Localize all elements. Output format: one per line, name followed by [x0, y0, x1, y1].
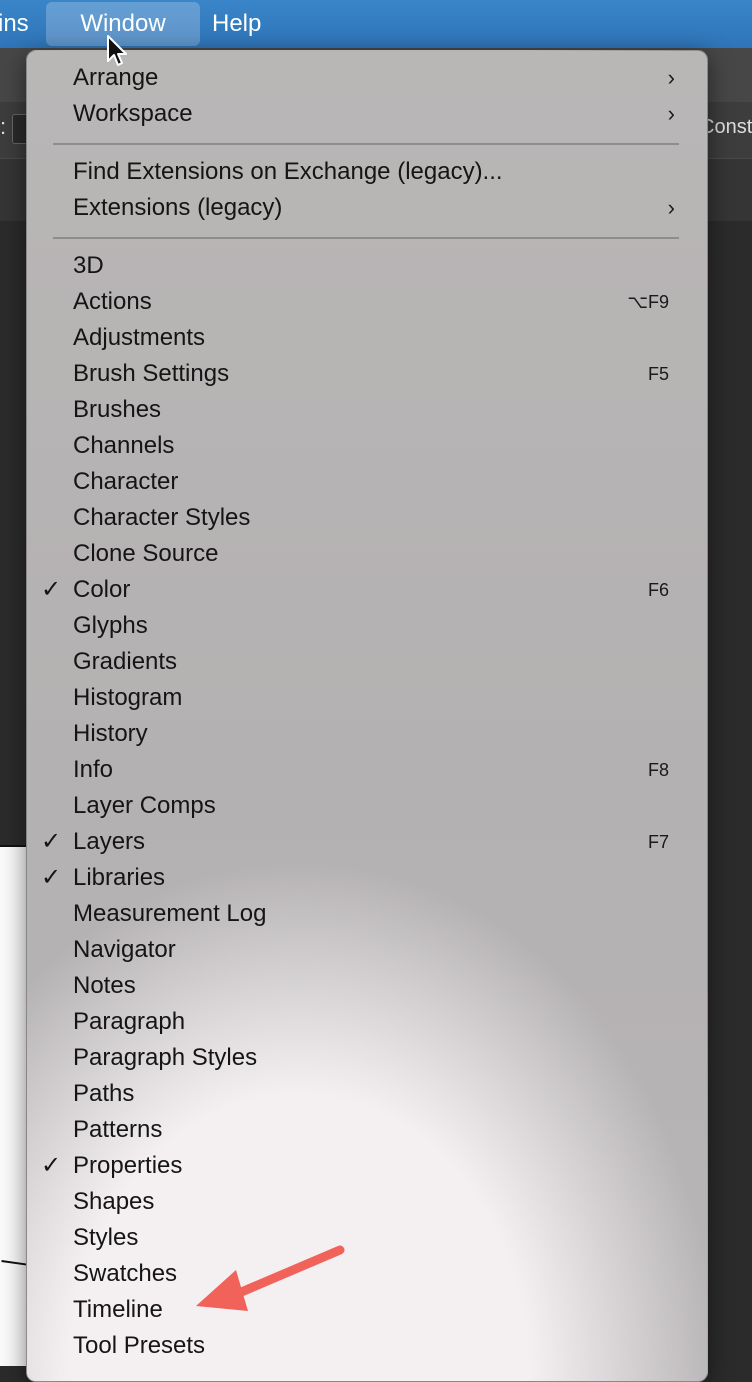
menu-item-character[interactable]: Character	[27, 464, 707, 500]
menu-item-patterns[interactable]: Patterns	[27, 1112, 707, 1148]
menu-item-label: Paths	[73, 1080, 135, 1107]
menu-item-label: Histogram	[73, 684, 183, 711]
menu-item-label: Tool Presets	[73, 1332, 206, 1359]
checkmark-icon: ✓	[41, 576, 62, 603]
menu-separator	[53, 237, 679, 239]
menu-item-label: Adjustments	[73, 324, 206, 351]
menu-item-label: Paragraph	[73, 1008, 186, 1035]
menu-item-timeline[interactable]: Timeline	[27, 1292, 707, 1328]
menu-item-label: Styles	[73, 1224, 139, 1251]
menu-item-find-extensions[interactable]: Find Extensions on Exchange (legacy)...	[27, 154, 707, 190]
menu-item-color[interactable]: ✓ Color F6	[27, 572, 707, 608]
menu-item-brushes[interactable]: Brushes	[27, 392, 707, 428]
menu-item-channels[interactable]: Channels	[27, 428, 707, 464]
menu-item-histogram[interactable]: Histogram	[27, 680, 707, 716]
menu-item-label: Character	[73, 468, 179, 495]
menu-item-styles[interactable]: Styles	[27, 1220, 707, 1256]
shortcut-label: F6	[647, 580, 669, 600]
menu-help[interactable]: Help	[212, 0, 261, 48]
menu-item-label: History	[73, 720, 148, 747]
menu-item-label: Glyphs	[73, 612, 148, 639]
menu-item-gradients[interactable]: Gradients	[27, 644, 707, 680]
checkmark-icon: ✓	[41, 864, 62, 891]
chevron-right-icon: ›	[667, 65, 675, 90]
menu-item-label: Patterns	[73, 1116, 163, 1143]
shortcut-label: F7	[647, 832, 669, 852]
menu-item-paragraph-styles[interactable]: Paragraph Styles	[27, 1040, 707, 1076]
menu-item-swatches[interactable]: Swatches	[27, 1256, 707, 1292]
menu-item-label: Libraries	[73, 864, 166, 891]
menu-item-label: Gradients	[73, 648, 178, 675]
menu-item-measurement-log[interactable]: Measurement Log	[27, 896, 707, 932]
menu-item-paths[interactable]: Paths	[27, 1076, 707, 1112]
menu-item-label: Paragraph Styles	[73, 1044, 258, 1071]
menu-item-navigator[interactable]: Navigator	[27, 932, 707, 968]
menu-item-glyphs[interactable]: Glyphs	[27, 608, 707, 644]
window-menu-dropdown: Arrange › Workspace › Find Extensions on…	[26, 50, 708, 1382]
menu-item-notes[interactable]: Notes	[27, 968, 707, 1004]
menu-item-label: Layers	[73, 828, 146, 855]
menu-item-layer-comps[interactable]: Layer Comps	[27, 788, 707, 824]
menu-item-label: Find Extensions on Exchange (legacy)...	[73, 158, 503, 185]
menu-item-label: Shapes	[73, 1188, 155, 1215]
menu-item-shapes[interactable]: Shapes	[27, 1184, 707, 1220]
menu-item-label: Properties	[73, 1152, 183, 1179]
menu-item-label: Layer Comps	[73, 792, 216, 819]
menu-item-label: Navigator	[73, 936, 176, 963]
menu-item-tool-presets[interactable]: Tool Presets	[27, 1328, 707, 1364]
menu-item-3d[interactable]: 3D	[27, 248, 707, 284]
menu-separator	[53, 143, 679, 145]
menu-item-label: Measurement Log	[73, 900, 267, 927]
mouse-cursor-icon	[107, 35, 127, 66]
menu-item-label: Brushes	[73, 396, 162, 423]
menu-item-label: Swatches	[73, 1260, 178, 1287]
checkmark-icon: ✓	[41, 1152, 62, 1179]
menu-item-character-styles[interactable]: Character Styles	[27, 500, 707, 536]
shortcut-label: F8	[647, 760, 669, 780]
shortcut-label: ⌥F9	[627, 292, 669, 312]
menu-item-actions[interactable]: Actions ⌥F9	[27, 284, 707, 320]
menu-item-label: Color	[73, 576, 131, 603]
menu-item-clone-source[interactable]: Clone Source	[27, 536, 707, 572]
menu-item-info[interactable]: Info F8	[27, 752, 707, 788]
menu-item-label: Extensions (legacy)	[73, 194, 283, 221]
chevron-right-icon: ›	[667, 101, 675, 126]
menu-item-workspace[interactable]: Workspace ›	[27, 96, 707, 132]
menu-item-label: 3D	[73, 252, 104, 279]
menu-item-label: Channels	[73, 432, 175, 459]
menu-item-label: Info	[73, 756, 114, 783]
checkmark-icon: ✓	[41, 828, 62, 855]
menu-item-brush-settings[interactable]: Brush Settings F5	[27, 356, 707, 392]
menu-item-label: Clone Source	[73, 540, 219, 567]
menu-plugins[interactable]: ins	[0, 0, 29, 48]
menu-item-adjustments[interactable]: Adjustments	[27, 320, 707, 356]
menu-item-label: Workspace	[73, 100, 193, 127]
chevron-right-icon: ›	[667, 195, 675, 220]
menu-item-label: Notes	[73, 972, 136, 999]
menu-item-properties[interactable]: ✓ Properties	[27, 1148, 707, 1184]
shortcut-label: F5	[647, 364, 669, 384]
menu-item-label: Timeline	[73, 1296, 163, 1323]
menu-item-label: Character Styles	[73, 504, 251, 531]
options-colon: :	[0, 114, 7, 139]
menu-item-label: Brush Settings	[73, 360, 230, 387]
menu-item-history[interactable]: History	[27, 716, 707, 752]
menu-item-label: Actions	[73, 288, 152, 315]
menu-item-libraries[interactable]: ✓ Libraries	[27, 860, 707, 896]
menu-item-extensions[interactable]: Extensions (legacy) ›	[27, 190, 707, 226]
menu-item-layers[interactable]: ✓ Layers F7	[27, 824, 707, 860]
menu-item-paragraph[interactable]: Paragraph	[27, 1004, 707, 1040]
